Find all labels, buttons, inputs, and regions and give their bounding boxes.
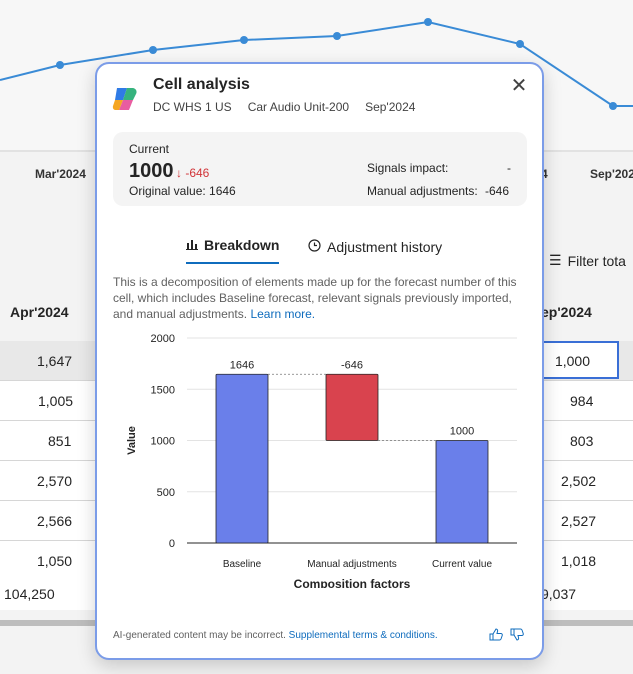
bar-value-label: 1646 xyxy=(230,359,254,371)
card-subtitle: DC WHS 1 US Car Audio Unit-200 Sep'2024 xyxy=(153,100,415,114)
card-title: Cell analysis xyxy=(153,76,250,93)
y-tick-label: 1000 xyxy=(151,436,175,448)
table-cell[interactable]: 1,005 xyxy=(38,393,73,409)
y-tick-label: 500 xyxy=(157,487,175,499)
y-tick-label: 2000 xyxy=(151,333,175,345)
column-header[interactable]: ep'2024 xyxy=(541,283,592,341)
cell-analysis-card: Cell analysis DC WHS 1 US Car Audio Unit… xyxy=(95,62,544,660)
clock-icon xyxy=(308,239,321,255)
current-label: Current xyxy=(129,142,170,156)
table-cell[interactable]: 803 xyxy=(570,433,593,449)
terms-link[interactable]: Supplemental terms & conditions. xyxy=(289,630,438,641)
signals-impact-label: Signals impact: xyxy=(367,161,449,175)
footer: AI-generated content may be incorrect. S… xyxy=(113,630,527,641)
table-cell[interactable]: 2,570 xyxy=(37,473,72,489)
thumbs-down-icon[interactable] xyxy=(510,628,524,644)
waterfall-chart: 0 500 1000 1500 2000 Value 1646 Baseline -646 Man… xyxy=(126,333,517,588)
subtitle-product: Car Audio Unit-200 xyxy=(247,100,350,114)
subtitle-location: DC WHS 1 US xyxy=(153,100,232,114)
manual-adjustments-label: Manual adjustments: xyxy=(367,184,478,198)
table-cell[interactable]: 2,502 xyxy=(561,473,596,489)
thumbs-up-icon[interactable] xyxy=(489,628,503,644)
total-cell: 9,037 xyxy=(541,586,577,602)
subtitle-period: Sep'2024 xyxy=(365,100,416,114)
y-tick-label: 1500 xyxy=(151,384,175,396)
table-cell[interactable]: 984 xyxy=(570,393,593,409)
bar xyxy=(325,373,379,441)
copilot-logo-icon xyxy=(112,88,137,110)
table-cell[interactable]: 1,050 xyxy=(37,553,72,569)
bar-value-label: 1000 xyxy=(450,426,474,438)
tab-history-label: Adjustment history xyxy=(327,239,443,255)
tab-breakdown[interactable]: Breakdown xyxy=(186,230,280,264)
tab-list: Breakdown Adjustment history xyxy=(97,230,542,266)
table-cell[interactable]: 2,566 xyxy=(37,513,72,529)
table-cell[interactable]: 1,018 xyxy=(561,553,596,569)
total-cell: 104,250 xyxy=(4,586,55,602)
description-text: This is a decomposition of elements made… xyxy=(113,274,527,322)
disclaimer-text: AI-generated content may be incorrect. xyxy=(113,630,286,641)
signals-impact-value: - xyxy=(507,161,511,175)
filter-icon: ☰ xyxy=(549,252,562,268)
manual-adjustments-value: -646 xyxy=(485,184,510,198)
current-delta: ↓ -646 xyxy=(176,166,210,180)
y-axis-label: Value xyxy=(126,426,138,455)
tab-adjustment-history[interactable]: Adjustment history xyxy=(308,230,442,264)
bar-chart-icon xyxy=(186,237,198,253)
table-cell[interactable]: 2,527 xyxy=(561,513,596,529)
original-value: Original value: 1646 xyxy=(129,184,236,198)
column-header[interactable]: Apr'2024 xyxy=(10,283,69,341)
current-value: 1000 xyxy=(129,160,174,182)
x-axis-label: Composition factors xyxy=(294,577,411,588)
tab-breakdown-label: Breakdown xyxy=(204,237,280,253)
filter-label: Filter tota xyxy=(567,252,626,269)
x-tick-label: Baseline xyxy=(223,559,262,570)
learn-more-link[interactable]: Learn more. xyxy=(250,307,315,321)
summary-panel: Current 1000 ↓ -646 Original value: 1646… xyxy=(113,132,527,206)
close-icon[interactable]: ✕ xyxy=(508,76,530,98)
y-tick-label: 0 xyxy=(169,538,175,550)
bar-value-label: -646 xyxy=(341,359,363,371)
card-header: Cell analysis DC WHS 1 US Car Audio Unit… xyxy=(111,76,530,126)
x-tick-label: Current value xyxy=(432,559,492,570)
table-cell[interactable]: 1,647 xyxy=(37,353,72,369)
table-cell-selected[interactable]: 1,000 xyxy=(541,341,619,379)
x-tick-label: Manual adjustments xyxy=(307,559,397,570)
background-x-label: Mar'2024 xyxy=(35,167,86,181)
table-cell[interactable]: 851 xyxy=(48,433,71,449)
bar xyxy=(435,440,489,544)
filter-totals-button[interactable]: ☰ Filter tota xyxy=(549,252,626,269)
background-x-label: Sep'2024 xyxy=(590,167,633,181)
bar xyxy=(215,373,269,544)
